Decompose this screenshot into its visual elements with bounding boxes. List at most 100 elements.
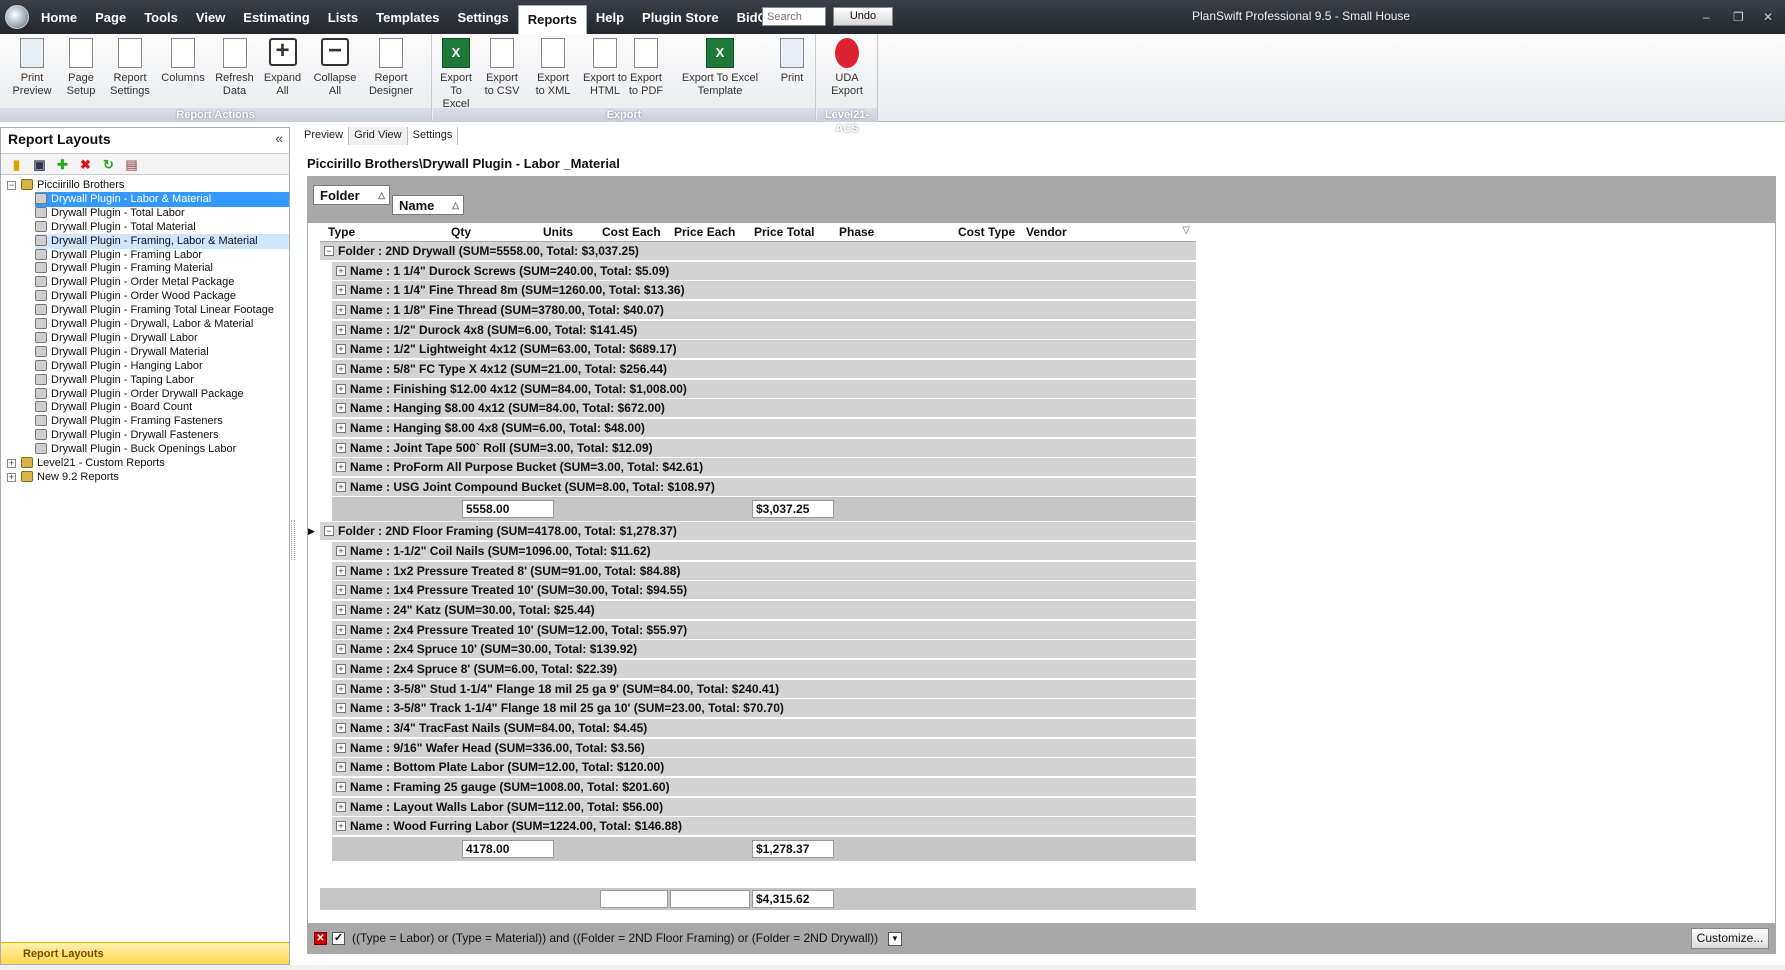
panel-footer[interactable]: Report Layouts [1, 942, 289, 964]
menu-plugin-store[interactable]: Plugin Store [633, 0, 728, 34]
app-logo-icon[interactable] [5, 5, 29, 29]
report-settings-button[interactable]: Report Settings [105, 38, 155, 98]
expand-row-icon[interactable]: + [336, 285, 346, 296]
group-row-name[interactable]: + Name : 2x4 Pressure Treated 10' (SUM=12… [332, 620, 1196, 640]
group-row-name[interactable]: + Name : 1/2" Durock 4x8 (SUM=6.00, Total… [332, 320, 1196, 340]
expand-row-icon[interactable]: + [336, 422, 346, 433]
column-filter-icon[interactable]: ▽ [1182, 225, 1190, 236]
group-row-name[interactable]: + Name : 1 1/4" Fine Thread 8m (SUM=1260.… [332, 281, 1196, 301]
collapse-node-icon[interactable]: − [7, 181, 16, 190]
expand-node-icon[interactable]: + [7, 472, 16, 482]
tree-report-item[interactable]: Drywall Plugin - Framing, Labor & Materi… [35, 233, 289, 249]
tree-report-item[interactable]: Drywall Plugin - Framing Fasteners [35, 414, 289, 429]
expand-row-icon[interactable]: + [336, 442, 346, 453]
group-row-name[interactable]: + Name : 1x4 Pressure Treated 10' (SUM=30… [332, 581, 1196, 601]
properties-icon[interactable]: ▤ [124, 157, 139, 172]
export-to-html-button[interactable]: Export to HTML [581, 38, 629, 98]
restore-icon[interactable]: ❐ [1733, 10, 1744, 24]
group-row-name[interactable]: + Name : 9/16" Wafer Head (SUM=336.00, To… [332, 738, 1196, 758]
uda-export-button[interactable]: UDA Export [825, 38, 869, 98]
col-phase[interactable]: Phase [839, 225, 874, 239]
tree-folder[interactable]: Level21 - Custom Reports [21, 456, 289, 471]
refresh-icon[interactable]: ↻ [101, 157, 116, 172]
group-row-name[interactable]: + Name : 5/8" FC Type X 4x12 (SUM=21.00, … [332, 359, 1196, 379]
tree-report-item[interactable]: Drywall Plugin - Framing Total Linear Fo… [35, 303, 289, 318]
tree-report-item[interactable]: Drywall Plugin - Total Labor [35, 206, 289, 221]
filter-enabled-checkbox[interactable]: ✓ [332, 932, 345, 945]
expand-row-icon[interactable]: + [336, 722, 346, 733]
expand-row-icon[interactable]: + [336, 363, 346, 374]
group-row-name[interactable]: + Name : 3-5/8" Stud 1-1/4" Flange 18 mil… [332, 679, 1196, 699]
close-icon[interactable]: ✕ [1763, 10, 1773, 24]
group-row-folder[interactable]: − Folder : 2ND Floor Framing (SUM=4178.00… [320, 522, 1196, 542]
panel-splitter[interactable] [291, 520, 295, 560]
tab-preview[interactable]: Preview [299, 127, 350, 145]
expand-node-icon[interactable]: + [7, 459, 16, 468]
tree-report-item[interactable]: Drywall Plugin - Drywall Labor [35, 331, 289, 346]
collapse-row-icon[interactable]: − [324, 246, 334, 256]
expand-row-icon[interactable]: + [336, 624, 346, 635]
expand-row-icon[interactable]: + [336, 742, 346, 753]
collapse-all-button[interactable]: − Collapse All [310, 38, 360, 98]
group-row-name[interactable]: + Name : 1 1/4" Durock Screws (SUM=240.00… [332, 261, 1196, 281]
group-row-name[interactable]: + Name : 1/2" Lightweight 4x12 (SUM=63.00… [332, 340, 1196, 360]
tree-folder[interactable]: Picciirillo Brothers [21, 178, 289, 193]
page-setup-button[interactable]: Page Setup [61, 38, 101, 98]
expand-row-icon[interactable]: + [336, 821, 346, 832]
expand-row-icon[interactable]: + [336, 344, 346, 355]
menu-view[interactable]: View [187, 0, 234, 34]
menu-page[interactable]: Page [86, 0, 135, 34]
expand-all-button[interactable]: + Expand All [260, 38, 305, 98]
search-input[interactable] [762, 7, 826, 26]
tree-report-item[interactable]: Drywall Plugin - Drywall Material [35, 345, 289, 360]
expand-row-icon[interactable]: + [336, 801, 346, 812]
tree-report-item[interactable]: Drywall Plugin - Drywall, Labor & Materi… [35, 317, 289, 332]
menu-home[interactable]: Home [32, 0, 86, 34]
expand-row-icon[interactable]: + [336, 781, 346, 792]
col-price-each[interactable]: Price Each [674, 225, 735, 239]
col-type[interactable]: Type [328, 225, 355, 239]
col-qty[interactable]: Qty [451, 225, 471, 239]
menu-estimating[interactable]: Estimating [234, 0, 318, 34]
tree-report-item[interactable]: Drywall Plugin - Labor & Material [35, 191, 289, 207]
export-to-csv-button[interactable]: Export to CSV [481, 38, 523, 98]
export-to-pdf-button[interactable]: Export to PDF [626, 38, 666, 98]
minimize-icon[interactable]: – [1703, 10, 1710, 24]
refresh-data-button[interactable]: Refresh Data [212, 38, 257, 98]
col-cost-each[interactable]: Cost Each [602, 225, 661, 239]
filter-dropdown-icon[interactable]: ▼ [888, 932, 902, 946]
new-folder-icon[interactable]: ▮ [9, 157, 24, 172]
tree-report-item[interactable]: Drywall Plugin - Taping Labor [35, 373, 289, 388]
group-row-name[interactable]: + Name : Layout Walls Labor (SUM=112.00, … [332, 797, 1196, 817]
col-vendor[interactable]: Vendor [1026, 225, 1067, 239]
undo-button[interactable]: Undo [833, 7, 893, 26]
tree-report-item[interactable]: Drywall Plugin - Total Material [35, 220, 289, 235]
collapse-row-icon[interactable]: − [324, 526, 334, 537]
col-units[interactable]: Units [543, 225, 573, 239]
save-icon[interactable]: ▣ [32, 157, 47, 172]
expand-row-icon[interactable]: + [336, 605, 346, 616]
menu-help[interactable]: Help [587, 0, 633, 34]
tree-report-item[interactable]: Drywall Plugin - Drywall Fasteners [35, 428, 289, 443]
expand-row-icon[interactable]: + [336, 683, 346, 694]
delete-icon[interactable]: ✖ [78, 157, 93, 172]
tree-report-item[interactable]: Drywall Plugin - Board Count [35, 400, 289, 415]
col-price-total[interactable]: Price Total [754, 225, 814, 239]
menu-reports[interactable]: Reports [517, 5, 587, 34]
expand-row-icon[interactable]: + [336, 324, 346, 335]
group-row-name[interactable]: + Name : 1-1/2" Coil Nails (SUM=1096.00, … [332, 542, 1196, 562]
group-row-folder[interactable]: − Folder : 2ND Drywall (SUM=5558.00, Tota… [320, 242, 1196, 261]
expand-row-icon[interactable]: + [336, 585, 346, 596]
col-cost-type[interactable]: Cost Type [958, 225, 1015, 239]
menu-settings[interactable]: Settings [448, 0, 517, 34]
tab-grid-view[interactable]: Grid View [349, 127, 408, 145]
expand-row-icon[interactable]: + [336, 664, 346, 674]
tree-report-item[interactable]: Drywall Plugin - Buck Openings Labor [35, 442, 289, 457]
collapse-panel-icon[interactable]: « [275, 130, 283, 146]
expand-row-icon[interactable]: + [336, 304, 346, 315]
group-row-name[interactable]: + Name : Wood Furring Labor (SUM=1224.00,… [332, 817, 1196, 837]
expand-row-icon[interactable]: + [336, 462, 346, 473]
group-row-name[interactable]: + Name : Finishing $12.00 4x12 (SUM=84.00… [332, 379, 1196, 399]
expand-row-icon[interactable]: + [336, 403, 346, 414]
expand-row-icon[interactable]: + [336, 703, 346, 714]
